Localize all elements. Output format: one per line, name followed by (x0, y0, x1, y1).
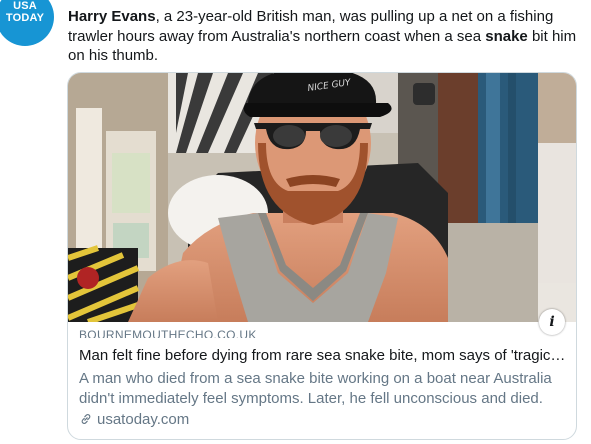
photo-man-sunglasses: NICE GUY (68, 73, 576, 322)
card-description: A man who died from a sea snake bite wor… (79, 370, 552, 407)
usa-today-avatar[interactable]: USA TODAY (0, 0, 54, 46)
avatar-logo-text: USA TODAY (5, 0, 45, 24)
link-icon (81, 414, 91, 424)
card-title[interactable]: Man felt fine before dying from rare sea… (79, 346, 567, 365)
info-button[interactable]: i (539, 309, 565, 335)
link-card[interactable]: NICE GUY i BOURNEMOUTHECHO.CO.UK Man fel… (67, 72, 577, 440)
card-image[interactable]: NICE GUY (68, 73, 576, 322)
tweet-name[interactable]: Harry Evans (68, 8, 156, 25)
card-link[interactable]: usatoday.com (79, 410, 189, 429)
tweet-text: Harry Evans, a 23-year-old British man, … (68, 7, 580, 66)
card-link-text: usatoday.com (97, 411, 190, 428)
card-domain: BOURNEMOUTHECHO.CO.UK (79, 328, 257, 338)
tweet-keyword: snake (485, 27, 528, 45)
